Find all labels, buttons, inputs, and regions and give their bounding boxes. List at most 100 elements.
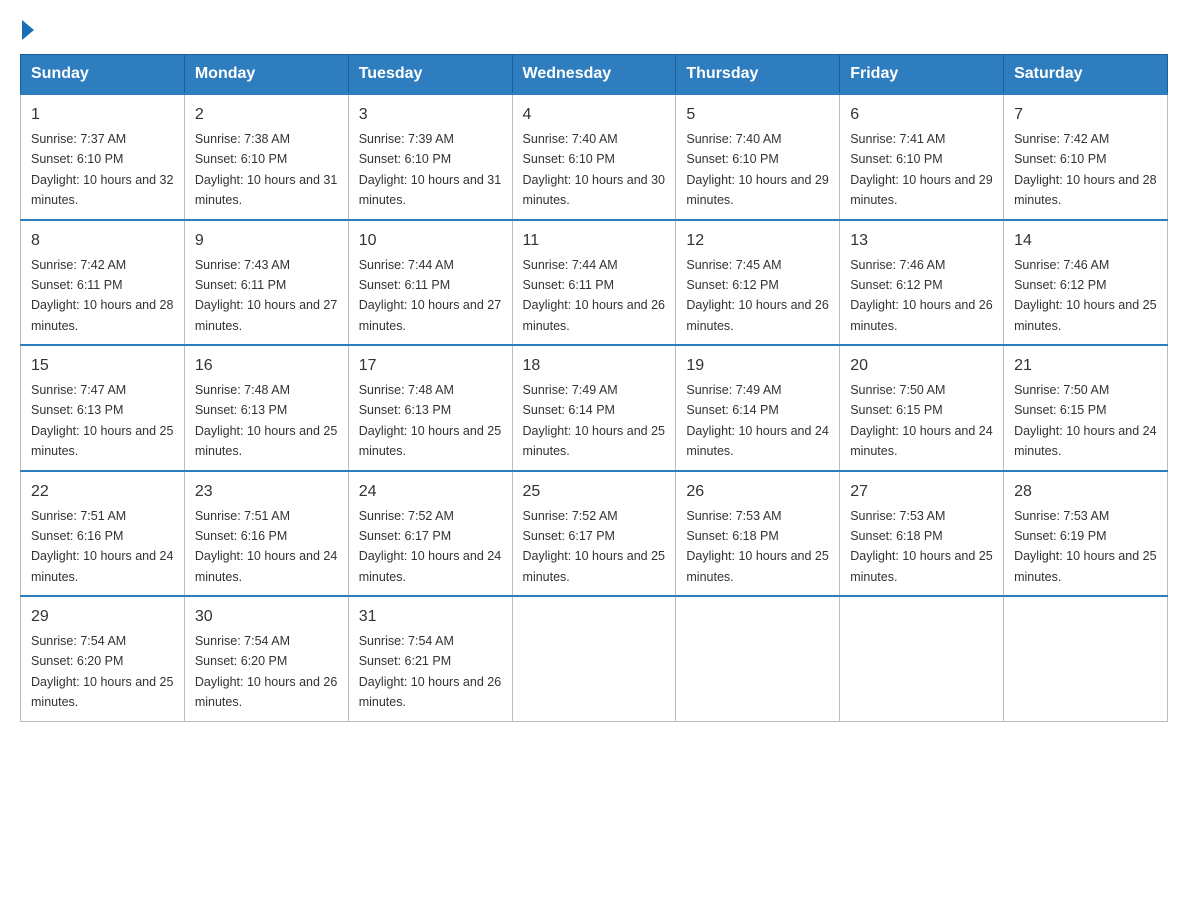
calendar-day-cell: [840, 596, 1004, 721]
day-info: Sunrise: 7:49 AMSunset: 6:14 PMDaylight:…: [523, 383, 665, 458]
day-info: Sunrise: 7:40 AMSunset: 6:10 PMDaylight:…: [686, 132, 828, 207]
calendar-day-cell: 5 Sunrise: 7:40 AMSunset: 6:10 PMDayligh…: [676, 94, 840, 220]
day-info: Sunrise: 7:51 AMSunset: 6:16 PMDaylight:…: [31, 509, 173, 584]
calendar-day-cell: 26 Sunrise: 7:53 AMSunset: 6:18 PMDaylig…: [676, 471, 840, 597]
day-number: 5: [686, 103, 829, 127]
calendar-day-cell: 16 Sunrise: 7:48 AMSunset: 6:13 PMDaylig…: [184, 345, 348, 471]
day-number: 26: [686, 480, 829, 504]
day-of-week-header: Saturday: [1004, 55, 1168, 95]
day-info: Sunrise: 7:50 AMSunset: 6:15 PMDaylight:…: [1014, 383, 1156, 458]
calendar-body: 1 Sunrise: 7:37 AMSunset: 6:10 PMDayligh…: [21, 94, 1168, 721]
calendar-day-cell: 2 Sunrise: 7:38 AMSunset: 6:10 PMDayligh…: [184, 94, 348, 220]
calendar-day-cell: 19 Sunrise: 7:49 AMSunset: 6:14 PMDaylig…: [676, 345, 840, 471]
day-of-week-header: Monday: [184, 55, 348, 95]
day-of-week-header: Tuesday: [348, 55, 512, 95]
calendar-day-cell: [1004, 596, 1168, 721]
day-number: 23: [195, 480, 338, 504]
header-row: SundayMondayTuesdayWednesdayThursdayFrid…: [21, 55, 1168, 95]
day-info: Sunrise: 7:54 AMSunset: 6:20 PMDaylight:…: [31, 634, 173, 709]
day-info: Sunrise: 7:42 AMSunset: 6:11 PMDaylight:…: [31, 258, 173, 333]
calendar-day-cell: 27 Sunrise: 7:53 AMSunset: 6:18 PMDaylig…: [840, 471, 1004, 597]
calendar-day-cell: [676, 596, 840, 721]
day-number: 16: [195, 354, 338, 378]
calendar-day-cell: 22 Sunrise: 7:51 AMSunset: 6:16 PMDaylig…: [21, 471, 185, 597]
day-info: Sunrise: 7:44 AMSunset: 6:11 PMDaylight:…: [359, 258, 501, 333]
day-number: 30: [195, 605, 338, 629]
day-number: 24: [359, 480, 502, 504]
day-info: Sunrise: 7:48 AMSunset: 6:13 PMDaylight:…: [359, 383, 501, 458]
day-info: Sunrise: 7:53 AMSunset: 6:18 PMDaylight:…: [686, 509, 828, 584]
day-info: Sunrise: 7:49 AMSunset: 6:14 PMDaylight:…: [686, 383, 828, 458]
calendar-header: SundayMondayTuesdayWednesdayThursdayFrid…: [21, 55, 1168, 95]
calendar-week-row: 15 Sunrise: 7:47 AMSunset: 6:13 PMDaylig…: [21, 345, 1168, 471]
calendar-day-cell: 24 Sunrise: 7:52 AMSunset: 6:17 PMDaylig…: [348, 471, 512, 597]
day-info: Sunrise: 7:47 AMSunset: 6:13 PMDaylight:…: [31, 383, 173, 458]
calendar-day-cell: 17 Sunrise: 7:48 AMSunset: 6:13 PMDaylig…: [348, 345, 512, 471]
day-number: 4: [523, 103, 666, 127]
day-info: Sunrise: 7:40 AMSunset: 6:10 PMDaylight:…: [523, 132, 665, 207]
day-number: 12: [686, 229, 829, 253]
day-info: Sunrise: 7:37 AMSunset: 6:10 PMDaylight:…: [31, 132, 173, 207]
day-number: 19: [686, 354, 829, 378]
calendar-day-cell: 21 Sunrise: 7:50 AMSunset: 6:15 PMDaylig…: [1004, 345, 1168, 471]
calendar-day-cell: 7 Sunrise: 7:42 AMSunset: 6:10 PMDayligh…: [1004, 94, 1168, 220]
day-number: 17: [359, 354, 502, 378]
day-info: Sunrise: 7:39 AMSunset: 6:10 PMDaylight:…: [359, 132, 501, 207]
logo: [20, 20, 36, 36]
day-info: Sunrise: 7:48 AMSunset: 6:13 PMDaylight:…: [195, 383, 337, 458]
calendar-day-cell: 14 Sunrise: 7:46 AMSunset: 6:12 PMDaylig…: [1004, 220, 1168, 346]
calendar-day-cell: 3 Sunrise: 7:39 AMSunset: 6:10 PMDayligh…: [348, 94, 512, 220]
day-number: 18: [523, 354, 666, 378]
day-number: 14: [1014, 229, 1157, 253]
calendar-day-cell: 1 Sunrise: 7:37 AMSunset: 6:10 PMDayligh…: [21, 94, 185, 220]
day-number: 28: [1014, 480, 1157, 504]
calendar-week-row: 1 Sunrise: 7:37 AMSunset: 6:10 PMDayligh…: [21, 94, 1168, 220]
calendar-table: SundayMondayTuesdayWednesdayThursdayFrid…: [20, 54, 1168, 722]
day-info: Sunrise: 7:54 AMSunset: 6:20 PMDaylight:…: [195, 634, 337, 709]
day-number: 11: [523, 229, 666, 253]
day-number: 3: [359, 103, 502, 127]
day-info: Sunrise: 7:44 AMSunset: 6:11 PMDaylight:…: [523, 258, 665, 333]
day-info: Sunrise: 7:46 AMSunset: 6:12 PMDaylight:…: [1014, 258, 1156, 333]
day-number: 10: [359, 229, 502, 253]
day-number: 1: [31, 103, 174, 127]
day-info: Sunrise: 7:38 AMSunset: 6:10 PMDaylight:…: [195, 132, 337, 207]
day-number: 13: [850, 229, 993, 253]
day-info: Sunrise: 7:42 AMSunset: 6:10 PMDaylight:…: [1014, 132, 1156, 207]
calendar-day-cell: 25 Sunrise: 7:52 AMSunset: 6:17 PMDaylig…: [512, 471, 676, 597]
calendar-day-cell: 15 Sunrise: 7:47 AMSunset: 6:13 PMDaylig…: [21, 345, 185, 471]
day-info: Sunrise: 7:53 AMSunset: 6:18 PMDaylight:…: [850, 509, 992, 584]
calendar-day-cell: 12 Sunrise: 7:45 AMSunset: 6:12 PMDaylig…: [676, 220, 840, 346]
day-info: Sunrise: 7:43 AMSunset: 6:11 PMDaylight:…: [195, 258, 337, 333]
day-info: Sunrise: 7:51 AMSunset: 6:16 PMDaylight:…: [195, 509, 337, 584]
day-info: Sunrise: 7:46 AMSunset: 6:12 PMDaylight:…: [850, 258, 992, 333]
day-number: 15: [31, 354, 174, 378]
calendar-week-row: 8 Sunrise: 7:42 AMSunset: 6:11 PMDayligh…: [21, 220, 1168, 346]
calendar-day-cell: 18 Sunrise: 7:49 AMSunset: 6:14 PMDaylig…: [512, 345, 676, 471]
day-info: Sunrise: 7:50 AMSunset: 6:15 PMDaylight:…: [850, 383, 992, 458]
day-info: Sunrise: 7:52 AMSunset: 6:17 PMDaylight:…: [523, 509, 665, 584]
day-of-week-header: Thursday: [676, 55, 840, 95]
day-of-week-header: Wednesday: [512, 55, 676, 95]
calendar-day-cell: 10 Sunrise: 7:44 AMSunset: 6:11 PMDaylig…: [348, 220, 512, 346]
calendar-day-cell: 8 Sunrise: 7:42 AMSunset: 6:11 PMDayligh…: [21, 220, 185, 346]
day-of-week-header: Friday: [840, 55, 1004, 95]
day-info: Sunrise: 7:53 AMSunset: 6:19 PMDaylight:…: [1014, 509, 1156, 584]
day-number: 25: [523, 480, 666, 504]
calendar-day-cell: 13 Sunrise: 7:46 AMSunset: 6:12 PMDaylig…: [840, 220, 1004, 346]
logo-text: [20, 20, 36, 40]
day-number: 9: [195, 229, 338, 253]
calendar-day-cell: 30 Sunrise: 7:54 AMSunset: 6:20 PMDaylig…: [184, 596, 348, 721]
day-info: Sunrise: 7:54 AMSunset: 6:21 PMDaylight:…: [359, 634, 501, 709]
day-info: Sunrise: 7:41 AMSunset: 6:10 PMDaylight:…: [850, 132, 992, 207]
calendar-day-cell: 31 Sunrise: 7:54 AMSunset: 6:21 PMDaylig…: [348, 596, 512, 721]
day-number: 27: [850, 480, 993, 504]
day-number: 2: [195, 103, 338, 127]
calendar-day-cell: 4 Sunrise: 7:40 AMSunset: 6:10 PMDayligh…: [512, 94, 676, 220]
calendar-day-cell: 9 Sunrise: 7:43 AMSunset: 6:11 PMDayligh…: [184, 220, 348, 346]
calendar-day-cell: 23 Sunrise: 7:51 AMSunset: 6:16 PMDaylig…: [184, 471, 348, 597]
day-of-week-header: Sunday: [21, 55, 185, 95]
day-info: Sunrise: 7:45 AMSunset: 6:12 PMDaylight:…: [686, 258, 828, 333]
calendar-day-cell: 11 Sunrise: 7:44 AMSunset: 6:11 PMDaylig…: [512, 220, 676, 346]
day-number: 31: [359, 605, 502, 629]
